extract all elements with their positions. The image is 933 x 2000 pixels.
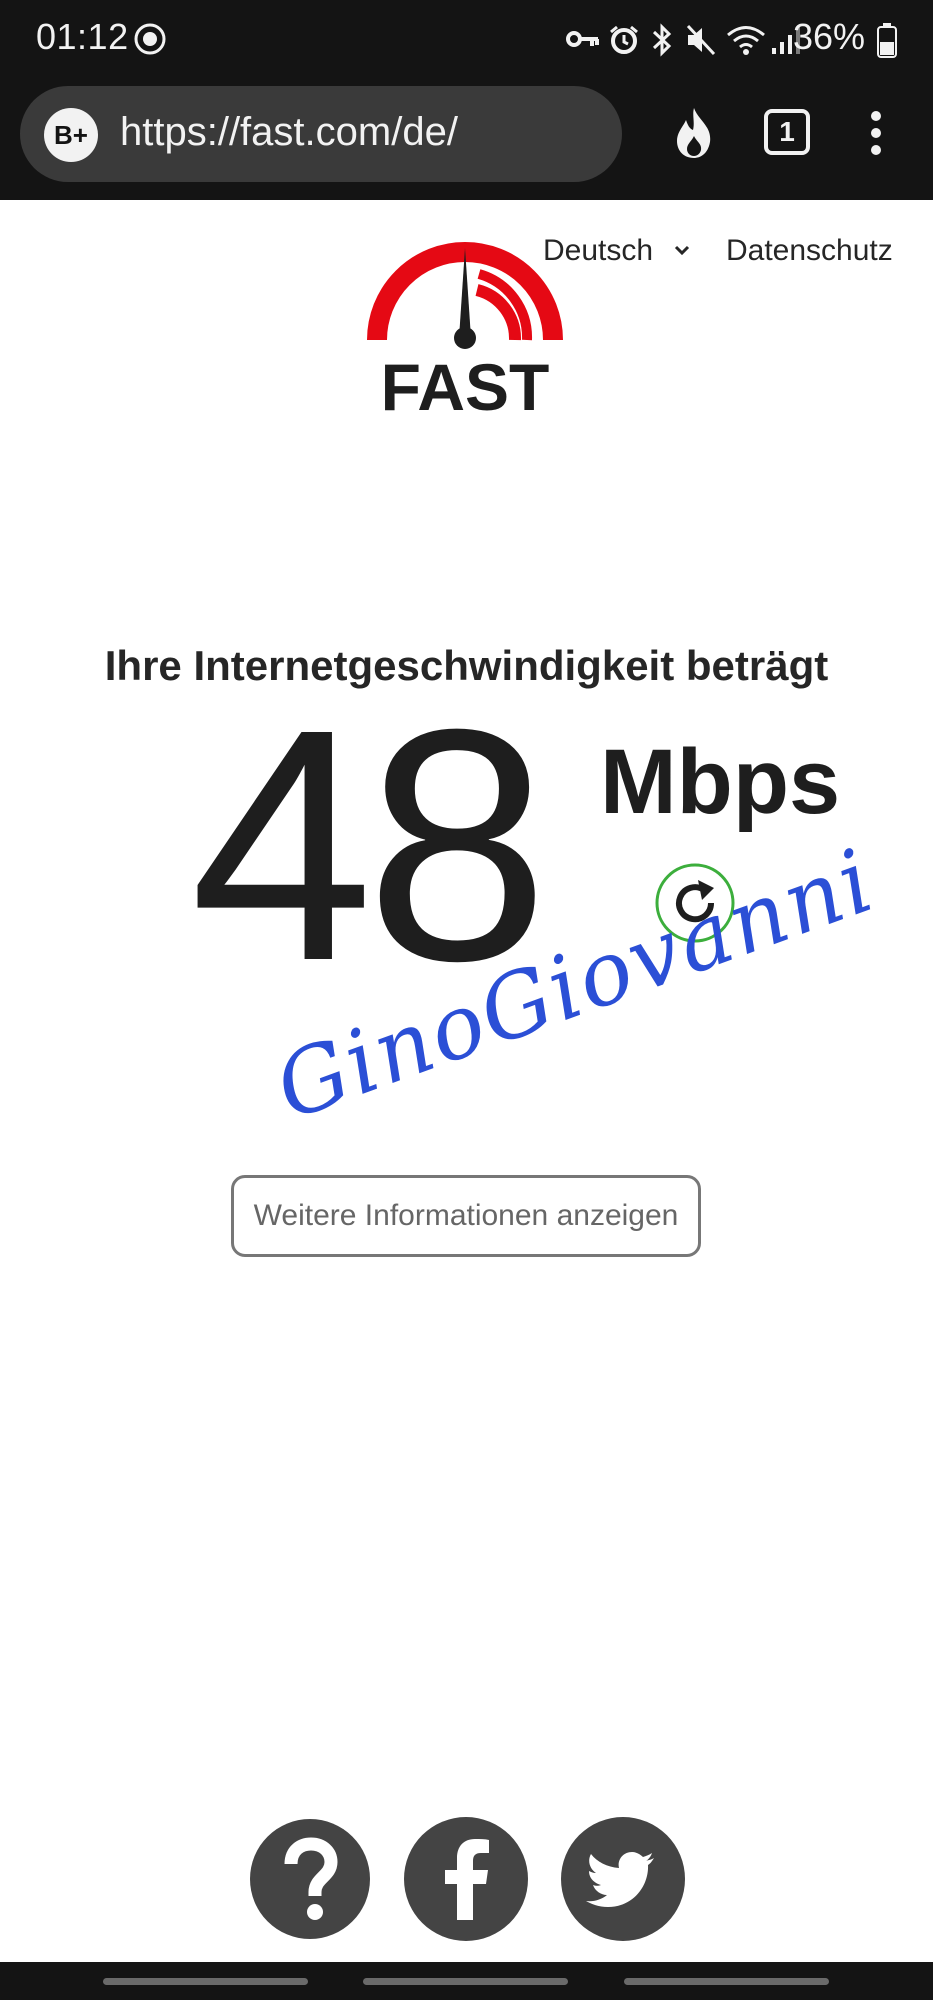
nav-back-button[interactable]	[624, 1978, 829, 1985]
more-vert-icon[interactable]	[868, 108, 884, 158]
page-content: FAST Deutsch Datenschutz Ihre Internetge…	[0, 200, 933, 1962]
site-info-badge[interactable]: B+	[44, 108, 98, 162]
logo-text: FAST	[381, 350, 550, 414]
wifi-icon	[727, 26, 765, 55]
nav-home-button[interactable]	[363, 1978, 568, 1985]
status-bar: 01:12 36%	[0, 0, 933, 80]
battery-icon	[877, 23, 897, 58]
chevron-down-icon[interactable]	[673, 244, 691, 258]
twitter-icon[interactable]	[560, 1816, 686, 1942]
messenger-icon	[134, 23, 166, 55]
language-selector[interactable]: Deutsch	[543, 234, 653, 268]
system-nav-bar	[0, 1962, 933, 2000]
speed-unit: Mbps	[600, 731, 841, 833]
url-text[interactable]: https://fast.com/de/	[120, 110, 458, 155]
nav-recents-button[interactable]	[103, 1978, 308, 1985]
tabs-icon[interactable]: 1	[764, 109, 810, 155]
url-bar[interactable]: B+ https://fast.com/de/	[20, 86, 622, 182]
mute-icon	[686, 24, 716, 56]
facebook-icon[interactable]	[403, 1816, 529, 1942]
more-info-button[interactable]: Weitere Informationen anzeigen	[231, 1175, 701, 1257]
privacy-link[interactable]: Datenschutz	[726, 234, 893, 268]
flame-icon[interactable]	[672, 106, 716, 160]
alarm-icon	[610, 25, 638, 54]
help-icon[interactable]	[249, 1818, 371, 1940]
bluetooth-icon	[652, 23, 672, 57]
browser-toolbar: B+ https://fast.com/de/ 1	[0, 80, 933, 200]
battery-percent: 36%	[792, 16, 865, 57]
vpn-key-icon	[566, 31, 599, 47]
status-time: 01:12	[36, 16, 129, 57]
fast-logo[interactable]: FAST	[365, 228, 565, 414]
